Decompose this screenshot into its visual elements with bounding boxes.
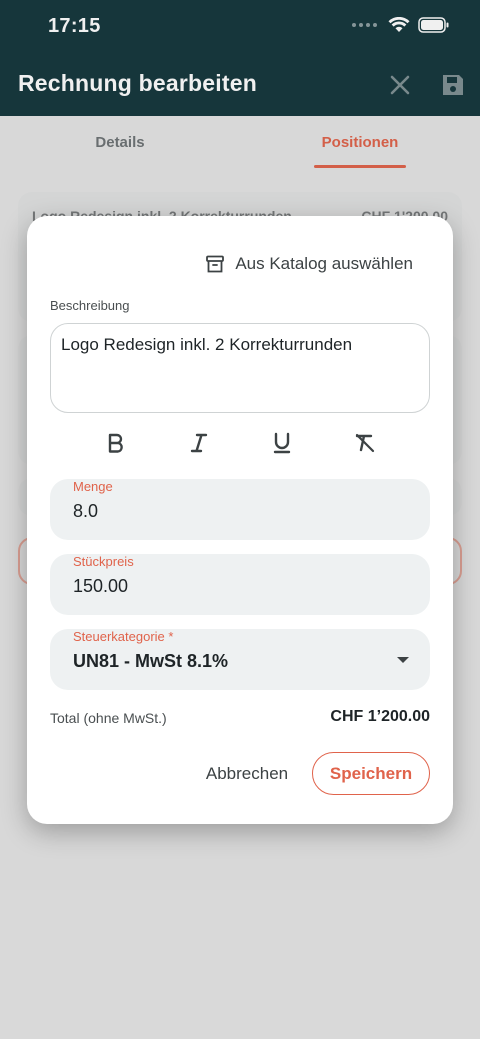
- total-label: Total (ohne MwSt.): [50, 710, 167, 726]
- tax-category-select[interactable]: Steuerkategorie * UN81 - MwSt 8.1%: [50, 629, 430, 690]
- select-from-catalog-label: Aus Katalog auswählen: [235, 254, 413, 273]
- unit-price-label: Stückpreis: [73, 554, 134, 569]
- quantity-value: 8.0: [73, 501, 99, 521]
- description-label: Beschreibung: [50, 298, 130, 313]
- unit-price-value: 150.00: [73, 576, 129, 596]
- unit-price-field[interactable]: Stückpreis 150.00: [50, 554, 430, 615]
- dropdown-arrow-icon: [397, 657, 409, 663]
- clear-format-icon[interactable]: [350, 428, 380, 458]
- total-value: CHF 1’200.00: [330, 708, 430, 725]
- select-from-catalog-button[interactable]: Aus Katalog auswählen: [205, 254, 413, 274]
- save-button[interactable]: Speichern: [312, 752, 430, 795]
- tax-category-value: UN81 - MwSt 8.1%: [73, 651, 229, 671]
- bold-icon[interactable]: [101, 428, 131, 458]
- archive-icon: [206, 255, 225, 273]
- tax-category-label: Steuerkategorie *: [73, 629, 174, 644]
- quantity-field[interactable]: Menge 8.0: [50, 479, 430, 540]
- quantity-label: Menge: [73, 479, 113, 494]
- cancel-button[interactable]: Abbrechen: [192, 756, 302, 792]
- edit-position-dialog: Aus Katalog auswählen Beschreibung Logo …: [27, 216, 453, 824]
- description-input[interactable]: Logo Redesign inkl. 2 Korrekturrunden: [50, 323, 430, 413]
- formatting-toolbar: [50, 428, 430, 458]
- underline-icon[interactable]: [267, 428, 297, 458]
- italic-icon[interactable]: [184, 428, 214, 458]
